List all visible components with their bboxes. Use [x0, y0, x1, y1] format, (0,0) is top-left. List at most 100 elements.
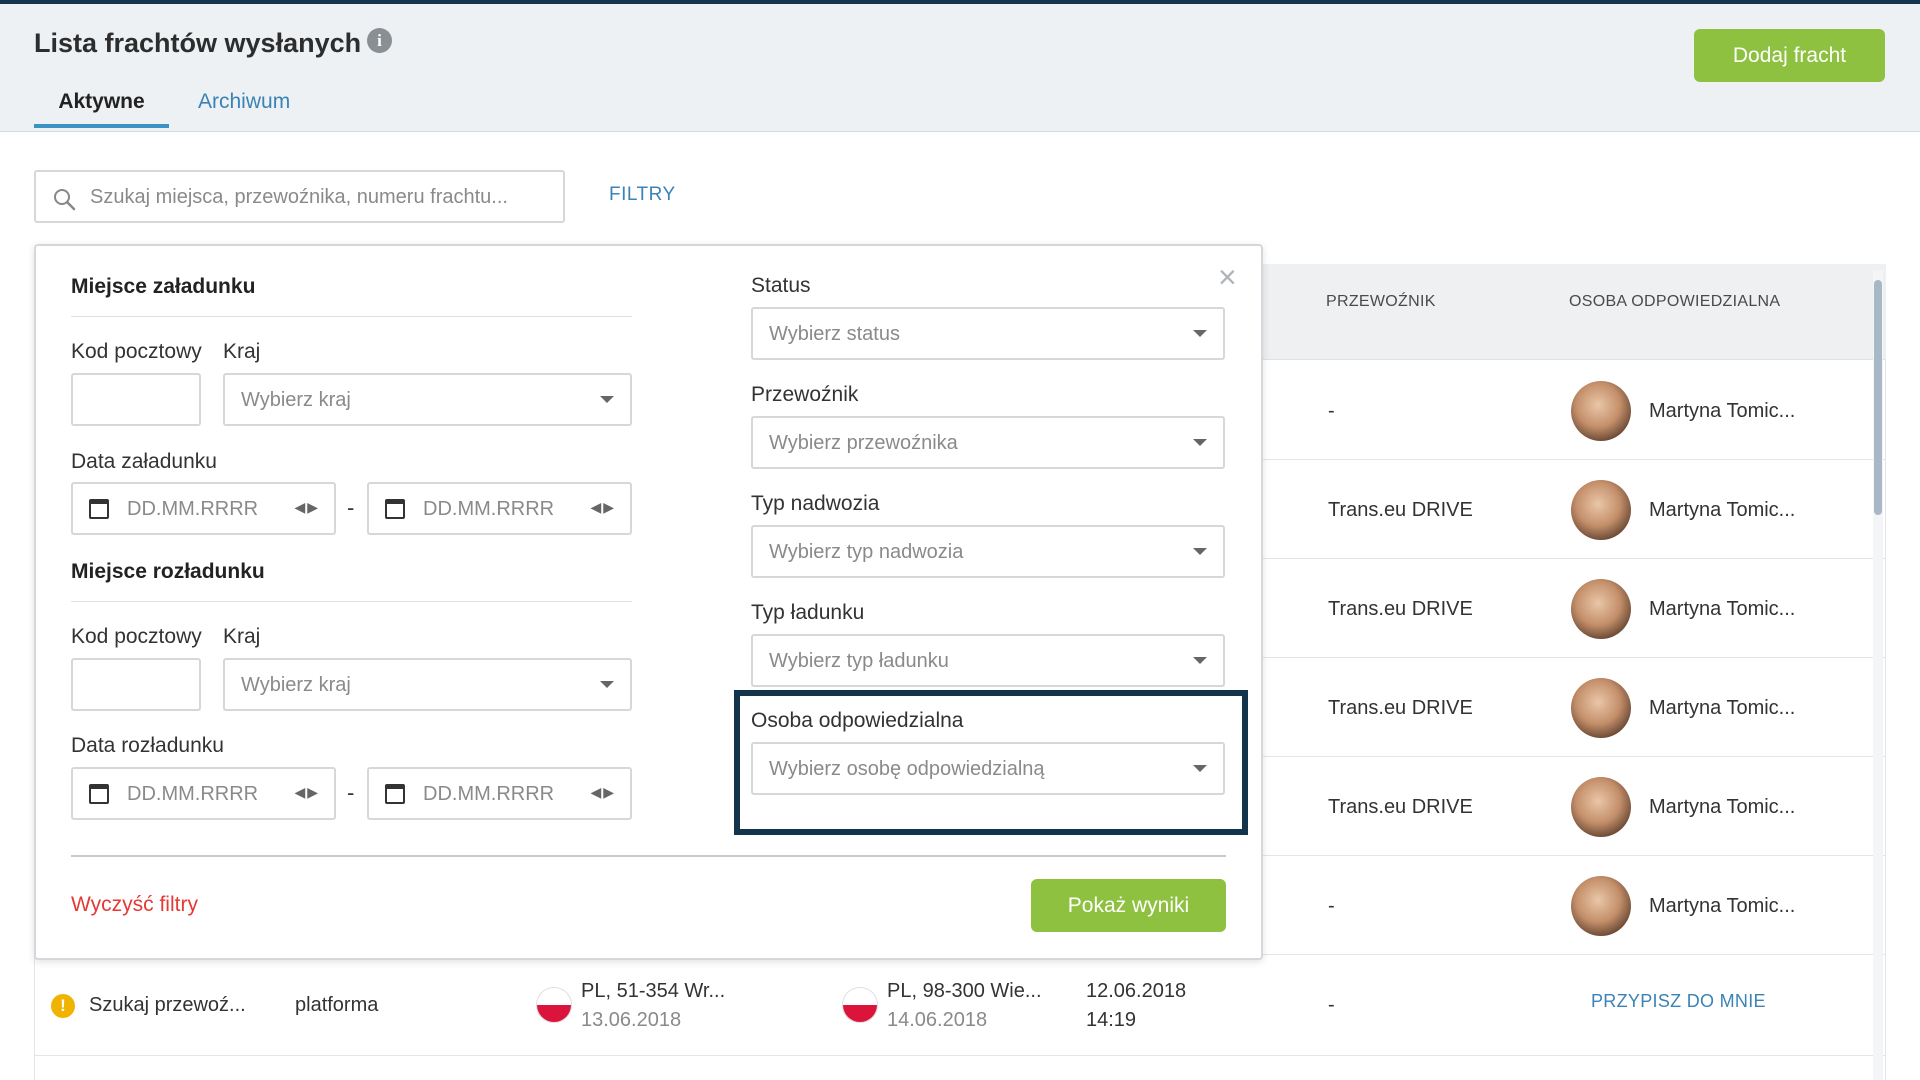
chevron-down-icon — [600, 396, 614, 403]
row-carrier: Trans.eu DRIVE — [1328, 796, 1473, 818]
poland-flag-icon — [842, 987, 878, 1023]
column-header-carrier[interactable]: PRZEWOŹNIK — [1326, 293, 1436, 311]
unloading-date-from-placeholder: DD.MM.RRRR — [127, 783, 259, 805]
row-responsible: Martyna Tomic... — [1649, 697, 1796, 719]
search-icon — [54, 189, 76, 211]
avatar — [1571, 777, 1631, 837]
load-type-select[interactable]: Wybierz typ ładunku — [751, 634, 1225, 687]
chevron-down-icon — [1193, 548, 1207, 555]
load-type-label: Typ ładunku — [751, 601, 865, 624]
date-range-separator: - — [347, 495, 355, 520]
loading-postal-label: Kod pocztowy — [71, 340, 202, 363]
row-loading-date: 13.06.2018 — [581, 1009, 682, 1031]
row-responsible: Martyna Tomic... — [1649, 895, 1796, 917]
avatar — [1571, 678, 1631, 738]
status-placeholder: Wybierz status — [769, 323, 900, 345]
row-created-date: 12.06.2018 — [1086, 980, 1187, 1002]
calendar-icon — [89, 499, 109, 519]
row-carrier: Trans.eu DRIVE — [1328, 598, 1473, 620]
status-label: Status — [751, 274, 811, 297]
loading-date-from-placeholder: DD.MM.RRRR — [127, 498, 259, 520]
panel-footer-divider — [71, 855, 1226, 857]
chevron-down-icon — [1193, 439, 1207, 446]
calendar-icon — [385, 499, 405, 519]
body-type-placeholder: Wybierz typ nadwozia — [769, 541, 964, 563]
row-unloading-date: 14.06.2018 — [887, 1009, 988, 1031]
unloading-postal-label: Kod pocztowy — [71, 625, 202, 648]
column-header-responsible[interactable]: OSOBA ODPOWIEDZIALNA — [1569, 293, 1780, 311]
avatar — [1571, 480, 1631, 540]
row-responsible: Martyna Tomic... — [1649, 598, 1796, 620]
search-box[interactable] — [34, 170, 565, 223]
carrier-select[interactable]: Wybierz przewoźnika — [751, 416, 1225, 469]
row-carrier: Trans.eu DRIVE — [1328, 697, 1473, 719]
loading-section-title: Miejsce załadunku — [71, 275, 256, 298]
load-type-placeholder: Wybierz typ ładunku — [769, 650, 949, 672]
row-carrier: - — [1328, 400, 1335, 422]
show-results-button[interactable]: Pokaż wyniki — [1031, 879, 1226, 932]
unloading-section-title: Miejsce rozładunku — [71, 560, 265, 583]
unloading-country-placeholder: Wybierz kraj — [241, 674, 351, 696]
body-type-select[interactable]: Wybierz typ nadwozia — [751, 525, 1225, 578]
info-icon[interactable]: i — [367, 28, 392, 53]
row-created-time: 14:19 — [1086, 1009, 1137, 1031]
unloading-country-select[interactable]: Wybierz kraj — [223, 658, 632, 711]
row-carrier: - — [1328, 994, 1335, 1016]
warning-icon: ! — [51, 994, 75, 1018]
row-unloading-place: PL, 98-300 Wie... — [887, 980, 1042, 1002]
scrollbar-thumb[interactable] — [1874, 280, 1882, 515]
avatar — [1571, 381, 1631, 441]
calendar-icon — [385, 784, 405, 804]
highlight-frame — [734, 690, 1248, 835]
loading-country-select[interactable]: Wybierz kraj — [223, 373, 632, 426]
tab-archive[interactable]: Archiwum — [198, 90, 290, 124]
status-select[interactable]: Wybierz status — [751, 307, 1225, 360]
assign-to-me-link[interactable]: PRZYPISZ DO MNIE — [1591, 991, 1766, 1012]
poland-flag-icon — [536, 987, 572, 1023]
search-input[interactable] — [90, 182, 550, 212]
loading-postal-input[interactable] — [71, 373, 201, 426]
section-divider — [71, 316, 632, 317]
unloading-postal-input[interactable] — [71, 658, 201, 711]
row-status: Szukaj przewoź... — [89, 994, 246, 1016]
date-range-separator: - — [347, 780, 355, 805]
row-loading-place: PL, 51-354 Wr... — [581, 980, 726, 1002]
body-type-label: Typ nadwozia — [751, 492, 880, 515]
add-freight-button[interactable]: Dodaj fracht — [1694, 29, 1885, 82]
date-stepper-arrows-icon[interactable]: ◀▶ — [590, 499, 616, 516]
row-responsible: Martyna Tomic... — [1649, 400, 1796, 422]
row-responsible: Martyna Tomic... — [1649, 499, 1796, 521]
unloading-country-label: Kraj — [223, 625, 261, 648]
loading-country-label: Kraj — [223, 340, 261, 363]
loading-country-placeholder: Wybierz kraj — [241, 389, 351, 411]
row-carrier: - — [1328, 895, 1335, 917]
avatar — [1571, 579, 1631, 639]
date-stepper-arrows-icon[interactable]: ◀▶ — [294, 784, 320, 801]
chevron-down-icon — [1193, 657, 1207, 664]
close-icon[interactable]: × — [1218, 261, 1237, 293]
tab-active[interactable]: Aktywne — [34, 90, 169, 128]
row-responsible: Martyna Tomic... — [1649, 796, 1796, 818]
calendar-icon — [89, 784, 109, 804]
page-header: Lista frachtów wysłanych i Dodaj fracht … — [0, 4, 1920, 132]
carrier-placeholder: Wybierz przewoźnika — [769, 432, 958, 454]
chevron-down-icon — [600, 681, 614, 688]
filters-toggle-link[interactable]: FILTRY — [609, 184, 676, 206]
clear-filters-link[interactable]: Wyczyść filtry — [71, 893, 198, 917]
carrier-label: Przewoźnik — [751, 383, 859, 406]
chevron-down-icon — [1193, 330, 1207, 337]
unloading-date-label: Data rozładunku — [71, 734, 224, 757]
loading-date-from[interactable]: DD.MM.RRRR ◀▶ — [71, 482, 336, 535]
loading-date-to-placeholder: DD.MM.RRRR — [423, 498, 555, 520]
section-divider — [71, 601, 632, 602]
date-stepper-arrows-icon[interactable]: ◀▶ — [294, 499, 320, 516]
unloading-date-to-placeholder: DD.MM.RRRR — [423, 783, 555, 805]
row-source: platforma — [295, 994, 379, 1016]
date-stepper-arrows-icon[interactable]: ◀▶ — [590, 784, 616, 801]
unloading-date-to[interactable]: DD.MM.RRRR ◀▶ — [367, 767, 632, 820]
unloading-date-from[interactable]: DD.MM.RRRR ◀▶ — [71, 767, 336, 820]
loading-date-to[interactable]: DD.MM.RRRR ◀▶ — [367, 482, 632, 535]
loading-date-label: Data załadunku — [71, 450, 217, 473]
row-carrier: Trans.eu DRIVE — [1328, 499, 1473, 521]
page-title: Lista frachtów wysłanych — [34, 28, 362, 58]
